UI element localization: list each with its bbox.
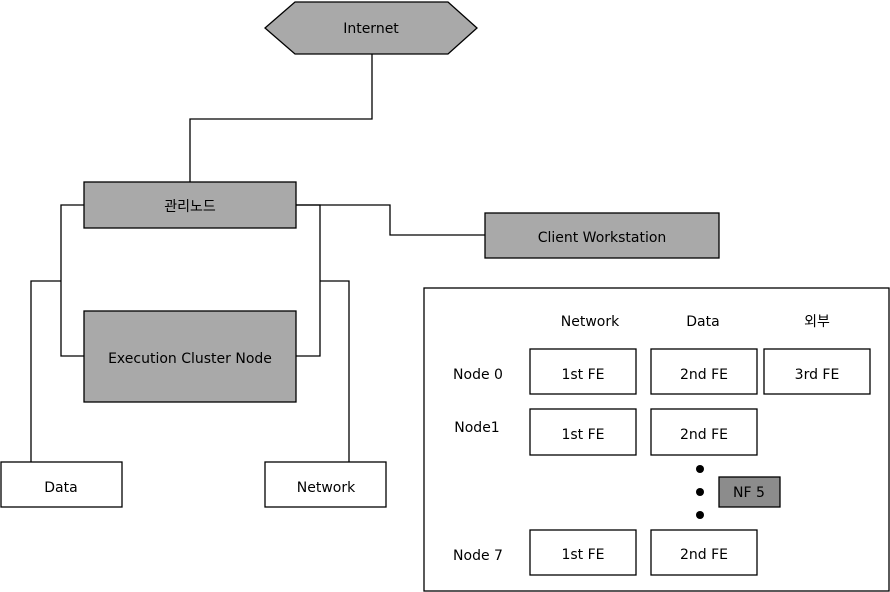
fe-table: Network Data 외부 Node 0 Node1 Node 7 1st … (423, 287, 890, 592)
fe-cell-label: 2nd FE (680, 367, 728, 383)
row-label: Node 0 (453, 367, 503, 383)
fe-cell-label: 2nd FE (680, 427, 728, 443)
fe-cell-label: 2nd FE (680, 547, 728, 563)
fe-cell-label: 3rd FE (795, 367, 840, 383)
data-label: Data (44, 480, 77, 496)
connector-network (320, 280, 350, 462)
execution-node: Execution Cluster Node (83, 310, 297, 403)
connector-client (296, 204, 485, 236)
fe-cell-label: 1st FE (561, 367, 604, 383)
client-node: Client Workstation (484, 212, 720, 259)
client-label: Client Workstation (538, 230, 667, 246)
execution-label: Execution Cluster Node (108, 351, 272, 367)
management-label: 관리노드 (164, 199, 216, 215)
network-diagram: Internet 관리노드 Execution Cluster Node Cli… (0, 1, 890, 592)
row-label: Node 7 (453, 548, 503, 564)
connector-right-bracket (296, 204, 321, 357)
data-node: Data (0, 461, 123, 508)
fe-cell-label: 1st FE (561, 427, 604, 443)
row-label: Node1 (454, 420, 499, 436)
network-node: Network (264, 461, 387, 508)
internet-label: Internet (343, 21, 399, 37)
network-label: Network (297, 480, 356, 496)
connector-internet-management (189, 54, 373, 182)
management-node: 관리노드 (83, 181, 297, 229)
column-header: Network (561, 314, 620, 330)
fe-cell-label: 1st FE (561, 547, 604, 563)
connector-data (30, 280, 61, 462)
column-header: Data (686, 314, 719, 330)
internet-node: Internet (264, 1, 478, 55)
connector-left-bracket (60, 204, 84, 357)
nf5-label: NF 5 (733, 485, 765, 501)
column-header: 외부 (804, 314, 830, 330)
